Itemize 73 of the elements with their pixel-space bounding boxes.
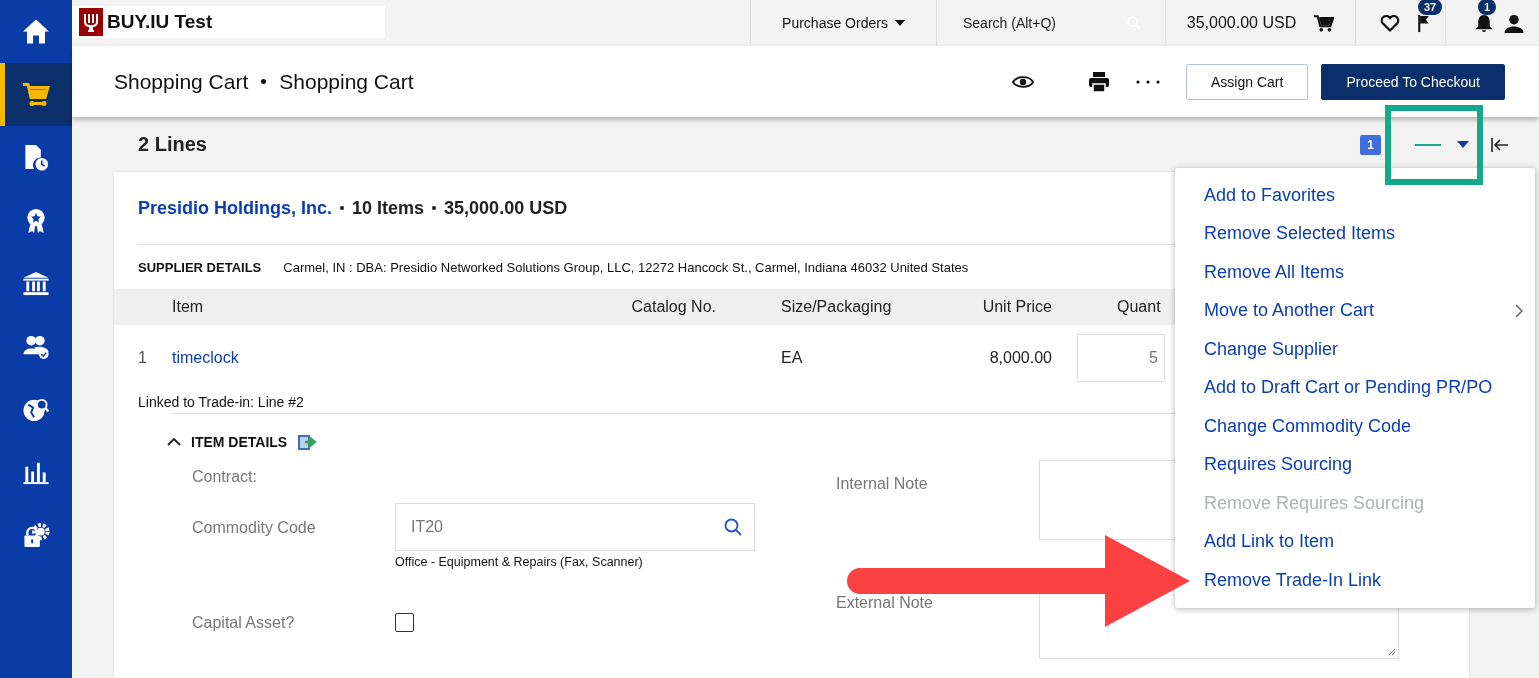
- caret-icon: [1457, 141, 1469, 148]
- commodity-description: Office - Equipment & Repairs (Fax, Scanner): [395, 555, 644, 569]
- column-header: Size/Packaging: [781, 298, 893, 316]
- notifications-count-badge: 1: [1478, 0, 1497, 15]
- column-header: Item: [172, 298, 205, 316]
- cart-icon: [22, 81, 50, 108]
- collapse-panel-icon[interactable]: [1491, 136, 1509, 153]
- app-title: BUY.IU Test: [107, 11, 213, 33]
- menu-item[interactable]: Add to Draft Cart or Pending PR/PO: [1175, 368, 1535, 407]
- menu-item[interactable]: Remove Selected Items: [1175, 214, 1535, 253]
- heart-icon[interactable]: [1380, 13, 1400, 33]
- column-header: Quant: [1117, 298, 1161, 316]
- breadcrumb-separator-icon: [261, 79, 267, 84]
- menu-item[interactable]: Move to Another Cart: [1175, 291, 1535, 330]
- field-label: External Note: [836, 593, 934, 613]
- eye-icon[interactable]: [1012, 73, 1035, 90]
- menu-item[interactable]: Change Supplier: [1175, 330, 1535, 369]
- table-cell-text: EA: [781, 349, 804, 367]
- lines-count-title: 2 Lines: [138, 133, 208, 156]
- menu-item[interactable]: Remove All Items: [1175, 253, 1535, 292]
- resize-grip-icon[interactable]: [1386, 646, 1396, 656]
- supplier-link[interactable]: Presidio Holdings, Inc.: [138, 197, 333, 219]
- breadcrumb-title: Shopping Cart: [114, 69, 249, 94]
- trident-logo-icon: [79, 8, 103, 36]
- sidebar-item[interactable]: [0, 63, 72, 126]
- line-number: 1: [137, 349, 148, 367]
- field-label: Commodity Code: [192, 518, 317, 538]
- menu-item[interactable]: Change Commodity Code: [1175, 407, 1535, 446]
- search-field[interactable]: Search (Alt+Q): [961, 14, 1119, 32]
- column-header: Unit Price: [981, 298, 1052, 316]
- item-details-heading: ITEM DETAILS: [191, 434, 288, 450]
- supplier-total: 35,000.00 USD: [444, 197, 568, 219]
- home-icon: [22, 18, 50, 45]
- user-icon[interactable]: [1504, 13, 1524, 33]
- chevron-icon[interactable]: [167, 438, 181, 446]
- breadcrumb-title: Shopping Cart: [279, 69, 414, 94]
- separator-dot-icon: [340, 206, 345, 210]
- flags-count-badge: 37: [1418, 0, 1443, 15]
- field-label: Contract:: [192, 467, 258, 486]
- assign-cart-button[interactable]: Assign Cart: [1186, 63, 1309, 100]
- globe-search-icon: [22, 396, 50, 423]
- selected-count-badge: 1: [1360, 134, 1381, 155]
- people-check-icon: [22, 333, 50, 360]
- bank-icon: [22, 270, 50, 297]
- logo-banner[interactable]: BUY.IU Test: [72, 6, 385, 38]
- separator-dot-icon: [432, 206, 437, 210]
- capital-asset-checkbox[interactable]: [395, 613, 414, 632]
- caret-icon: [894, 20, 905, 26]
- export-icon[interactable]: [297, 432, 318, 452]
- table-cell-text: 8,000.00: [988, 349, 1052, 367]
- menu-item[interactable]: Add Link to Item: [1175, 522, 1535, 561]
- print-icon[interactable]: [1088, 70, 1111, 93]
- lock-gear-icon: [22, 522, 50, 549]
- search-icon[interactable]: [724, 518, 742, 536]
- field-label: Capital Asset?: [192, 613, 296, 632]
- document-clock-icon: [22, 144, 50, 171]
- menu-item[interactable]: Add to Favorites: [1175, 176, 1535, 215]
- more-icon[interactable]: [1136, 79, 1161, 84]
- field-label: Internal Note: [836, 474, 929, 494]
- column-header: Catalog No.: [630, 298, 716, 316]
- menu-item[interactable]: Remove Trade-In Link: [1175, 561, 1535, 600]
- supplier-address: Carmel, IN : DBA: Presidio Networked Solutions Group, LLC, 12272 Hancock St., Carmel, Indiana 46032 United States: [283, 260, 969, 277]
- bell-icon[interactable]: [1474, 13, 1494, 33]
- item-count: 10 Items: [352, 197, 425, 219]
- cart-icon[interactable]: [1314, 13, 1335, 33]
- item-link[interactable]: timeclock: [172, 349, 560, 367]
- trade-in-note: Linked to Trade-in: Line #2: [137, 393, 305, 412]
- quantity-field[interactable]: 5: [1077, 334, 1165, 382]
- menu-item[interactable]: Requires Sourcing: [1175, 445, 1535, 484]
- cart-total: 35,000.00 USD: [1186, 14, 1297, 32]
- checkout-button[interactable]: Proceed To Checkout: [1321, 63, 1505, 100]
- commodity-code-field[interactable]: IT20: [395, 503, 755, 551]
- supplier-details-label: SUPPLIER DETAILS: [138, 260, 262, 277]
